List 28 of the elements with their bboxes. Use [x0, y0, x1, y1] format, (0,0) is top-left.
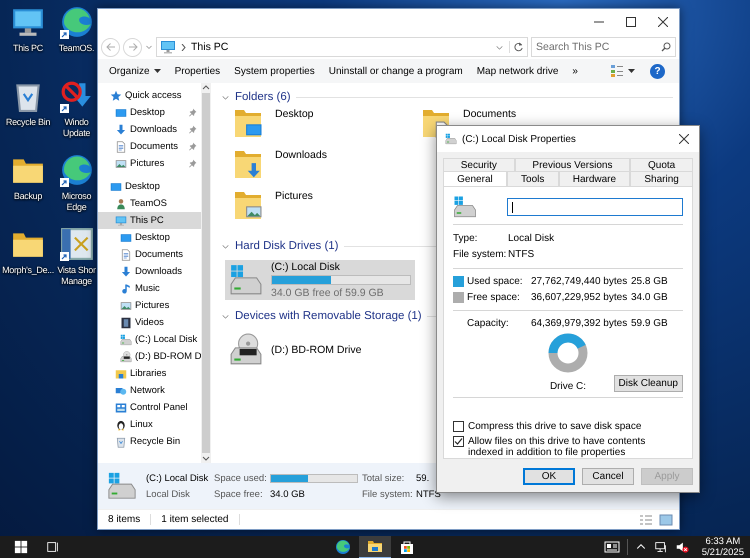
ring-caption: Drive C:: [550, 381, 586, 392]
field-label: Used space:: [467, 276, 524, 287]
field-label: Type:: [453, 233, 478, 244]
size-value: 25.8 GB: [631, 276, 669, 287]
field-label: Space used:: [214, 472, 267, 484]
section-heading: Folders (6): [235, 91, 291, 103]
field-label: Space free:: [214, 488, 263, 500]
status-text: 8 items: [98, 514, 152, 525]
status-text: 1 item selected: [151, 514, 240, 525]
field-value: NTFS: [508, 249, 536, 260]
field-value: 59.: [416, 472, 430, 484]
size-value: 34.0 GB: [631, 292, 669, 303]
section-heading: Devices with Removable Storage (1): [235, 310, 422, 322]
dialog-title: (C:) Local Disk Properties: [462, 134, 577, 144]
field-value: Local Disk: [508, 233, 556, 244]
field-label: File system:: [453, 249, 508, 260]
details-subtitle: Local Disk: [146, 488, 190, 500]
byte-count: 27,762,749,440 bytes: [531, 276, 628, 287]
field-label: File system:: [362, 488, 413, 500]
field-label: Free space:: [467, 292, 521, 303]
field-label: Capacity:: [467, 318, 510, 329]
byte-count: 36,607,229,952 bytes: [531, 292, 628, 303]
section-heading: Hard Disk Drives (1): [235, 240, 339, 252]
field-label: Total size:: [362, 472, 404, 484]
byte-count: 64,369,979,392 bytes: [531, 318, 628, 329]
details-title: (C:) Local Disk: [146, 472, 208, 484]
field-value: 34.0 GB: [270, 488, 305, 500]
size-value: 59.9 GB: [631, 318, 669, 329]
